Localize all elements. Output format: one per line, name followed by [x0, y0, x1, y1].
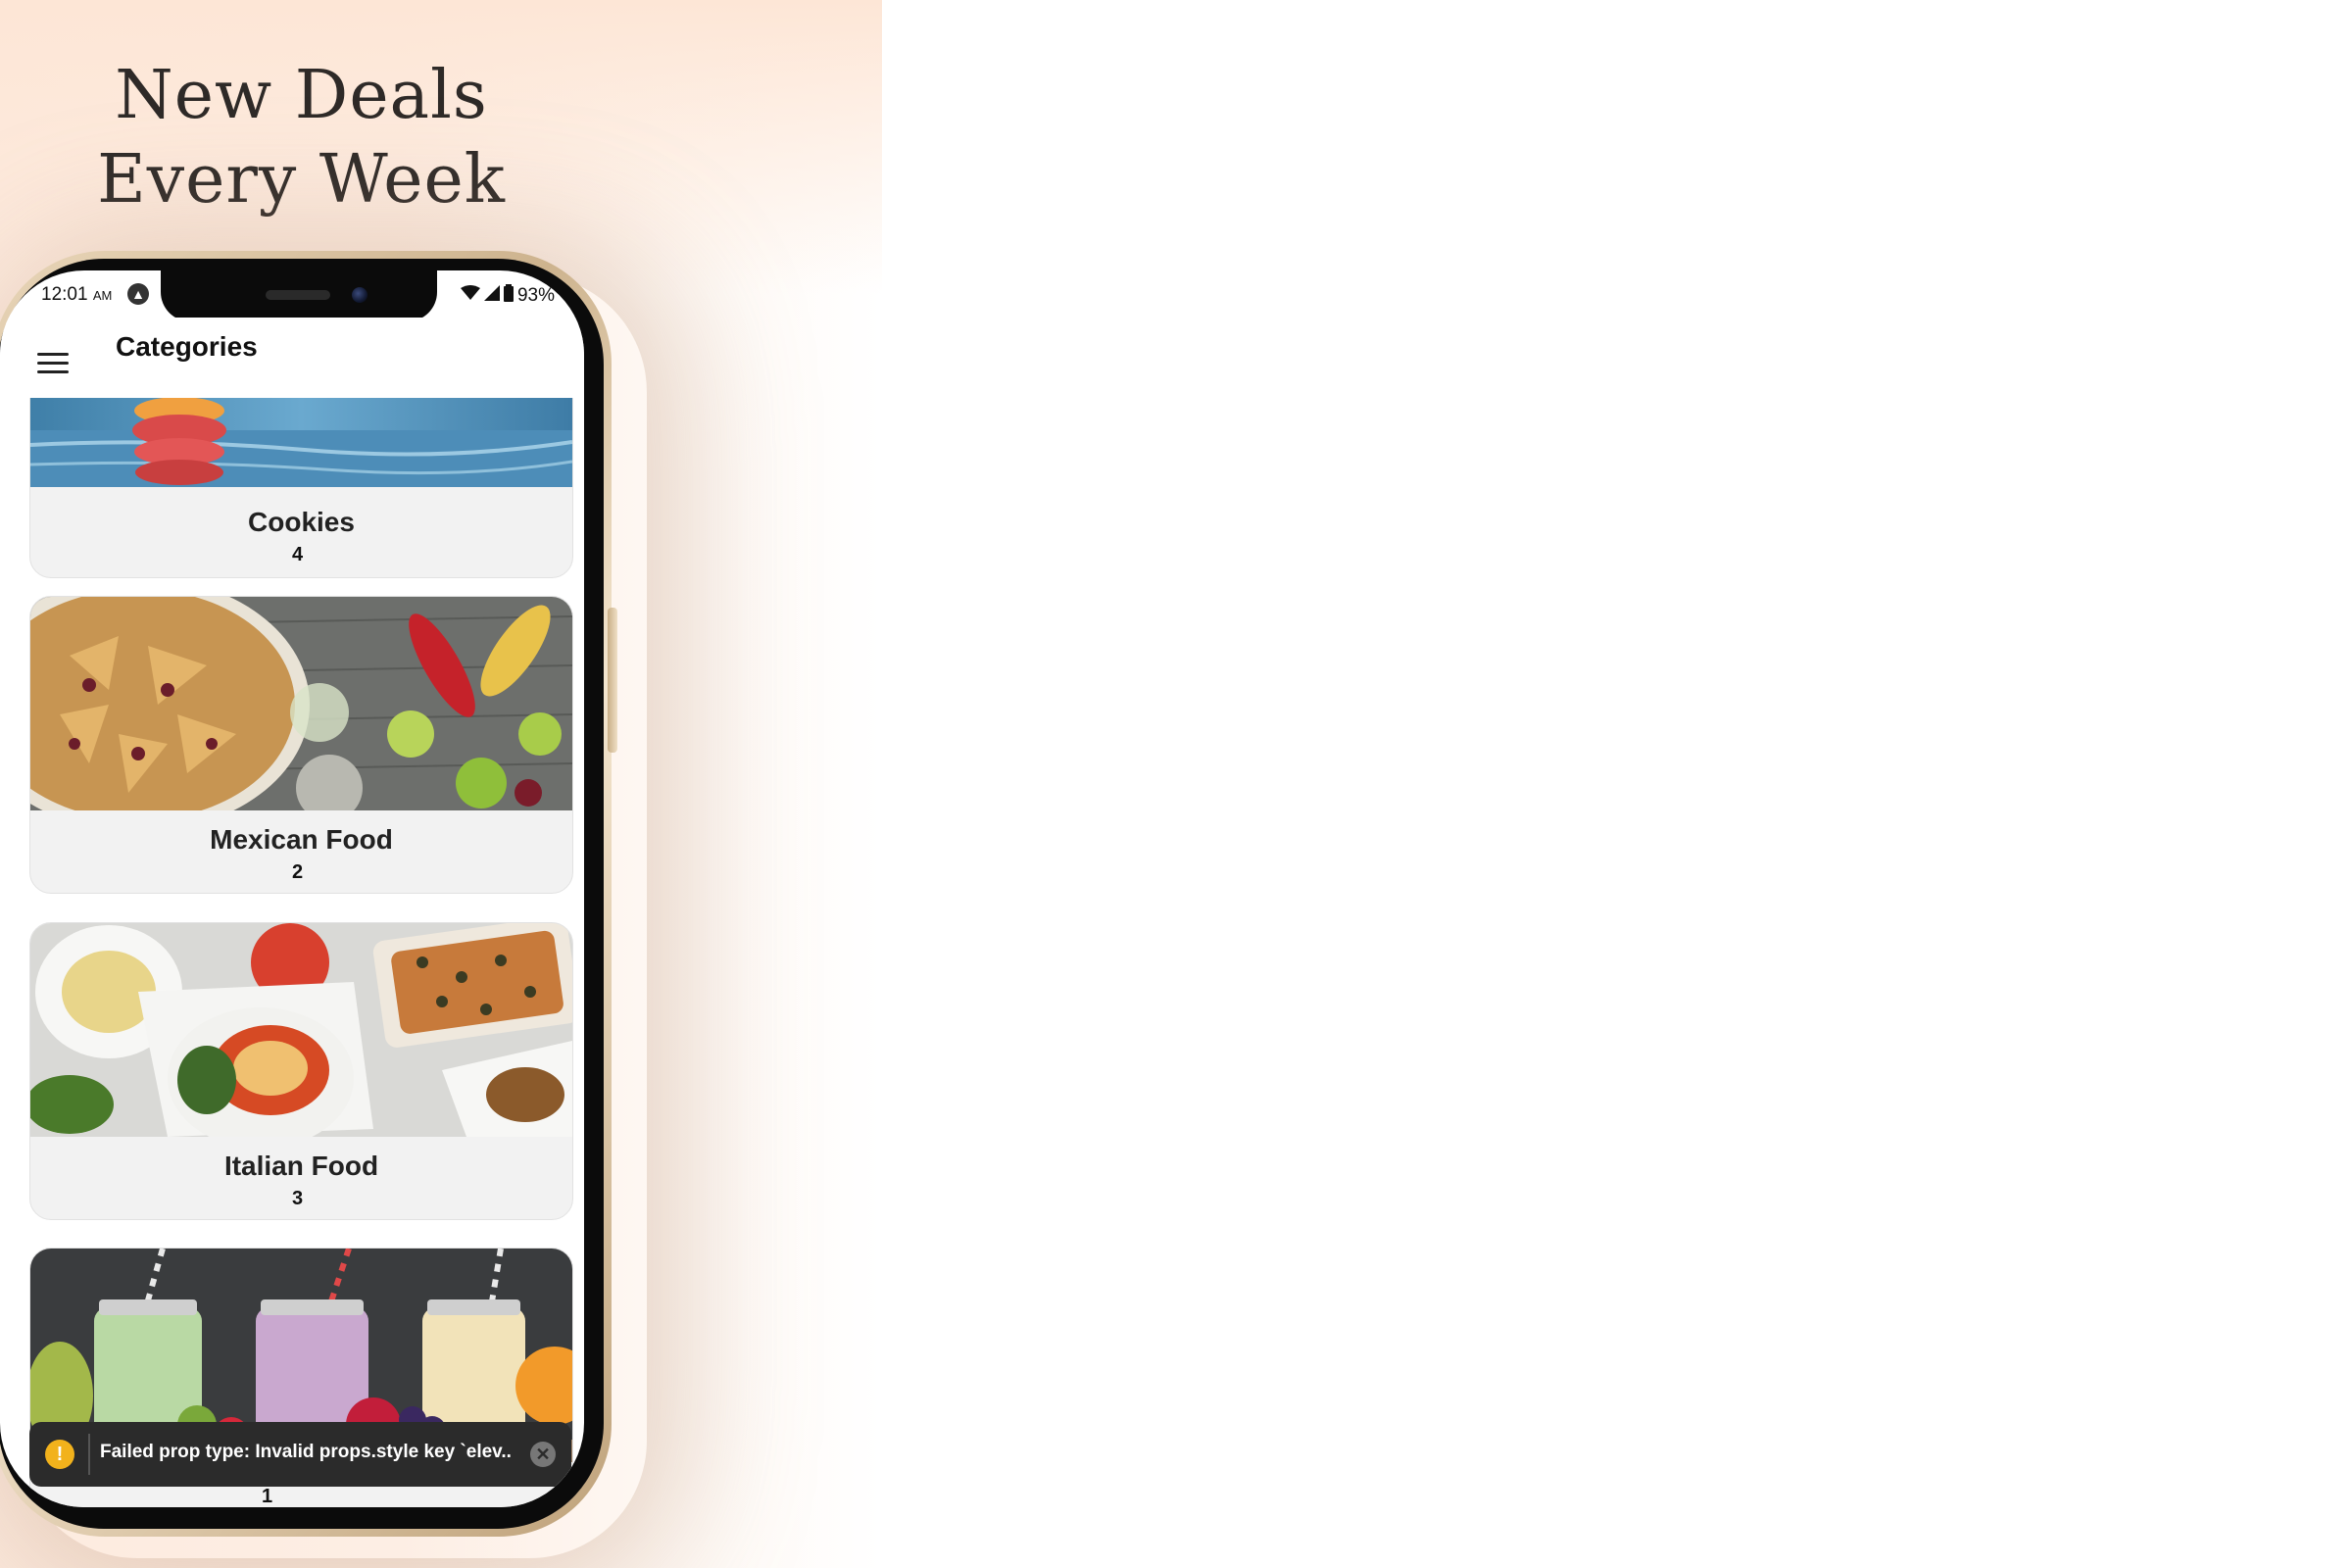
warning-toast[interactable]: ! Failed prop type: Invalid props.style …: [29, 1422, 571, 1487]
battery-percent: 93%: [516, 284, 555, 306]
page-title: Categories: [116, 331, 258, 362]
phone-side-button: [608, 608, 617, 753]
toast-message: Failed prop type: Invalid props.style ke…: [100, 1442, 512, 1462]
app-bar: Categories: [0, 318, 584, 398]
status-time-ampm: AM: [92, 288, 113, 303]
camera-notch: [161, 270, 437, 321]
promo-headline: New Deals Every Week: [0, 54, 603, 222]
notification-app-icon: ▲: [127, 283, 149, 305]
category-name: Mexican Food: [210, 824, 393, 855]
category-card-mexican-food[interactable]: Mexican Food 2: [29, 596, 573, 894]
status-indicators: 93%: [460, 284, 555, 307]
front-camera: [352, 287, 368, 303]
cell-signal-icon: [483, 285, 500, 306]
phone-screen: 12:01 AM ▲ 93% Categories Cookies 4 Mexi…: [0, 270, 584, 1507]
category-list[interactable]: Cookies 4 Mexican Food 2 Italian Food 3: [0, 398, 584, 1507]
category-count: 2: [291, 861, 304, 883]
warning-icon: !: [45, 1440, 74, 1469]
category-card-cookies[interactable]: Cookies 4: [29, 398, 573, 578]
earpiece-speaker: [266, 290, 330, 300]
category-image-italian-food: [30, 923, 572, 1137]
category-image-mexican-food: [30, 597, 572, 810]
category-image-cookies: [30, 398, 572, 487]
category-card-italian-food[interactable]: Italian Food 3: [29, 922, 573, 1220]
category-count: 3: [291, 1188, 304, 1209]
toast-divider: [88, 1434, 90, 1475]
status-time-value: 12:01: [41, 284, 88, 305]
headline-line-1: New Deals: [115, 57, 488, 134]
hamburger-menu-icon[interactable]: [37, 353, 69, 374]
battery-icon: [503, 284, 514, 307]
close-icon[interactable]: ✕: [530, 1442, 556, 1467]
headline-line-2: Every Week: [97, 141, 506, 219]
category-count: 4: [291, 544, 304, 565]
category-name: Italian Food: [223, 1151, 379, 1181]
status-time: 12:01 AM: [41, 284, 112, 306]
category-name: Cookies: [248, 507, 355, 537]
wifi-icon: [460, 285, 480, 306]
category-count: 1: [261, 1486, 273, 1507]
